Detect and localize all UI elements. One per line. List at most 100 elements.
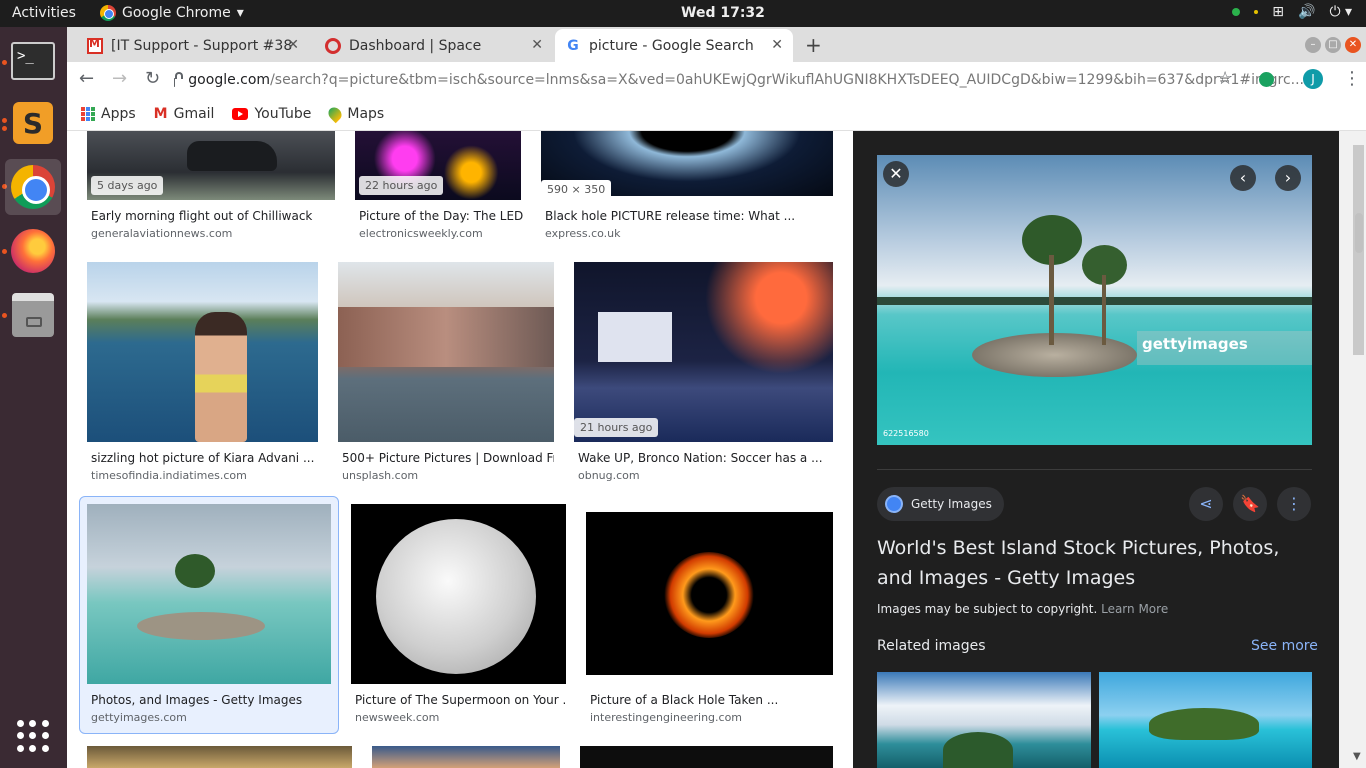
app-menu[interactable]: Google Chrome ▾ <box>100 5 244 21</box>
result-source[interactable]: timesofindia.indiatimes.com <box>91 469 247 482</box>
result-title[interactable]: Picture of The Supermoon on Your ... <box>355 693 565 707</box>
bookmark-star-icon[interactable]: ☆ <box>1217 68 1233 89</box>
tab-dashboard-space[interactable]: Dashboard | Space ✕ <box>315 29 553 62</box>
bookmark-label: Maps <box>347 106 385 122</box>
system-tray[interactable]: ⊞ 🔊 ⏻ ▾ <box>1232 4 1352 20</box>
result-source[interactable]: obnug.com <box>578 469 640 482</box>
minimize-button[interactable]: – <box>1305 37 1321 53</box>
bookmark-maps[interactable]: Maps <box>326 104 385 124</box>
result-image[interactable] <box>372 746 560 768</box>
result-title[interactable]: Wake UP, Bronco Nation: Soccer has a ... <box>578 451 828 465</box>
result-image[interactable] <box>580 746 833 768</box>
tab-label: [IT Support - Support #38 <box>111 37 293 54</box>
url-domain: google.com <box>188 72 271 88</box>
bookmark-apps[interactable]: Apps <box>81 106 136 122</box>
copyright-notice: Images may be subject to copyright. Lear… <box>877 602 1168 616</box>
google-icon: G <box>567 37 579 54</box>
close-icon[interactable]: ✕ <box>771 37 783 53</box>
result-title[interactable]: Picture of the Day: The LED... <box>359 209 524 223</box>
time-badge: 5 days ago <box>91 176 164 195</box>
result-source[interactable]: unsplash.com <box>342 469 418 482</box>
result-source[interactable]: electronicsweekly.com <box>359 227 483 240</box>
forward-button[interactable]: → <box>112 68 127 89</box>
dock-chrome[interactable] <box>5 159 61 215</box>
preview-image[interactable]: gettyimages 622516580 <box>877 155 1312 445</box>
result-title[interactable]: Photos, and Images - Getty Images <box>91 693 331 707</box>
tab-google-search[interactable]: G picture - Google Search ✕ <box>555 29 793 62</box>
clock[interactable]: Wed 17:32 <box>681 5 765 21</box>
close-window-button[interactable]: ✕ <box>1345 37 1361 53</box>
activities-button[interactable]: Activities <box>12 5 76 21</box>
scroll-down-arrow-icon[interactable]: ▼ <box>1353 751 1361 762</box>
palm-shape <box>175 554 215 588</box>
learn-more-link[interactable]: Learn More <box>1101 602 1168 616</box>
result-source[interactable]: gettyimages.com <box>91 711 187 724</box>
result-title[interactable]: Early morning flight out of Chilliwack <box>91 209 331 223</box>
new-tab-button[interactable]: + <box>805 33 822 57</box>
tab-label: Dashboard | Space <box>349 37 482 54</box>
next-image-button[interactable]: › <box>1275 165 1301 191</box>
previous-image-button[interactable]: ‹ <box>1230 165 1256 191</box>
close-icon[interactable]: ✕ <box>287 37 299 53</box>
result-image[interactable] <box>87 262 318 442</box>
result-title[interactable]: Picture of a Black Hole Taken ... <box>590 693 830 707</box>
source-chip[interactable]: Getty Images <box>877 487 1004 521</box>
page-scrollbar[interactable]: ▼ <box>1339 131 1366 768</box>
browser-toolbar: ← → ↻ google.com/search?q=picture&tbm=is… <box>67 62 1366 98</box>
watermark-text: gettyimages <box>1142 335 1248 353</box>
small-dot-icon <box>1254 10 1259 14</box>
back-button[interactable]: ← <box>79 68 94 89</box>
result-image[interactable] <box>586 512 833 675</box>
gnome-top-bar: Activities Google Chrome ▾ Wed 17:32 ⊞ 🔊… <box>0 0 1366 27</box>
dock-firefox[interactable] <box>5 223 61 279</box>
related-images-heading: Related images <box>877 638 986 654</box>
image-results: 5 days ago Early morning flight out of C… <box>67 131 853 768</box>
result-title[interactable]: sizzling hot picture of Kiara Advani ... <box>91 451 321 465</box>
result-image[interactable] <box>87 746 352 768</box>
dock-terminal[interactable]: >_ <box>5 33 61 89</box>
close-preview-button[interactable]: ✕ <box>883 161 909 187</box>
dock-files[interactable] <box>5 287 61 343</box>
result-source[interactable]: express.co.uk <box>545 227 621 240</box>
result-image[interactable] <box>351 504 566 684</box>
scroll-thumb[interactable] <box>1355 213 1363 253</box>
show-applications-icon[interactable] <box>17 720 49 752</box>
profile-avatar[interactable]: J <box>1303 69 1323 89</box>
bookmark-youtube[interactable]: YouTube <box>232 106 311 122</box>
result-source[interactable]: newsweek.com <box>355 711 439 724</box>
result-title[interactable]: 500+ Picture Pictures | Download Fr... <box>342 451 554 465</box>
status-dot-icon <box>1232 8 1241 16</box>
related-image[interactable] <box>877 672 1091 768</box>
result-image[interactable] <box>87 504 331 684</box>
bookmark-gmail[interactable]: M Gmail <box>154 106 215 122</box>
maximize-button[interactable]: □ <box>1325 37 1341 53</box>
url-path: /search?q=picture&tbm=isch&source=lnms&s… <box>270 72 1304 88</box>
island-shape <box>137 612 265 640</box>
result-image[interactable] <box>574 262 833 442</box>
see-more-link[interactable]: See more <box>1251 638 1318 654</box>
island-shape <box>943 732 1013 768</box>
tab-it-support[interactable]: [IT Support - Support #38 ✕ <box>77 29 309 62</box>
save-bookmark-button[interactable]: 🔖 <box>1233 487 1267 521</box>
result-source[interactable]: generalaviationnews.com <box>91 227 232 240</box>
result-image[interactable] <box>338 262 554 442</box>
close-icon[interactable]: ✕ <box>531 37 543 53</box>
gmail-icon: M <box>153 106 168 122</box>
result-title[interactable]: Black hole PICTURE release time: What ..… <box>545 209 825 223</box>
apps-grid-icon <box>81 107 95 121</box>
volume-icon: 🔊 <box>1298 4 1316 20</box>
extension-icon[interactable] <box>1259 72 1274 87</box>
result-source[interactable]: interestingengineering.com <box>590 711 742 724</box>
chrome-menu-icon[interactable]: ⋮ <box>1343 68 1361 89</box>
copyright-text: Images may be subject to copyright. <box>877 602 1098 616</box>
more-options-button[interactable]: ⋮ <box>1277 487 1311 521</box>
address-bar[interactable]: google.com/search?q=picture&tbm=isch&sou… <box>174 66 1304 94</box>
horizon-shape <box>877 297 1312 305</box>
chevron-down-icon: ▾ <box>236 5 244 21</box>
share-button[interactable]: ⋖ <box>1189 487 1223 521</box>
power-icon: ⏻ ▾ <box>1329 4 1352 20</box>
dock-sublime[interactable]: S <box>5 95 61 151</box>
preview-title[interactable]: World's Best Island Stock Pictures, Phot… <box>877 533 1317 593</box>
related-image[interactable] <box>1099 672 1312 768</box>
reload-button[interactable]: ↻ <box>145 68 160 89</box>
